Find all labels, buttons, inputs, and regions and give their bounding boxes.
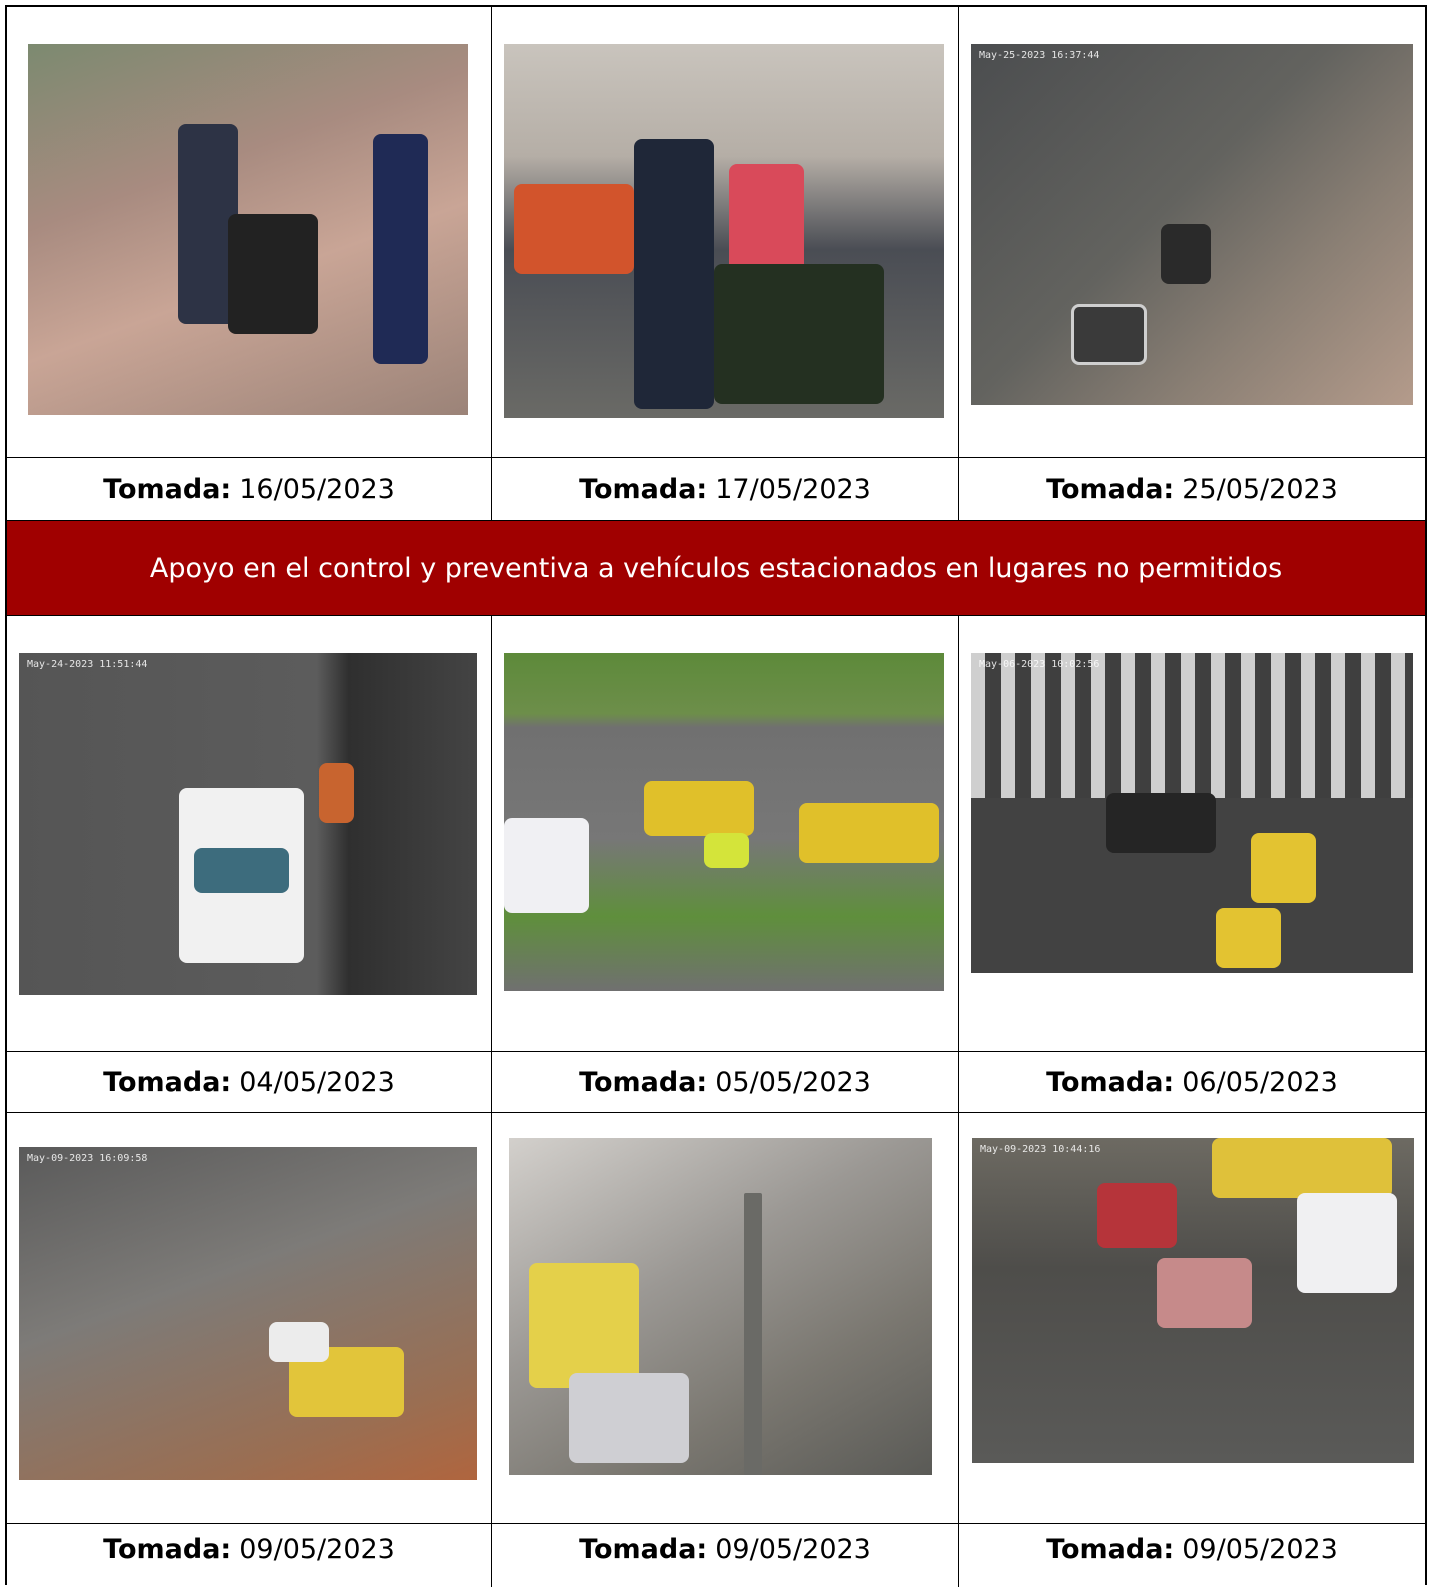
caption-photo-3: Tomada: 25/05/2023 [1046, 473, 1338, 505]
photo-report-table: May-25-2023 16:37:44 Tomada: 16/05/2023 T… [5, 5, 1427, 1587]
photo-row-2: May-24-2023 11:51:44 May-06-2023 10:02:5… [7, 616, 1425, 1051]
caption-photo-2: Tomada: 17/05/2023 [579, 473, 871, 505]
photo-taxi-stop-1 [504, 653, 944, 991]
photo-ambulance-1: May-24-2023 11:51:44 [19, 653, 477, 995]
photo-motorcycle-check-2 [504, 44, 944, 418]
caption-row-1: Tomada: 16/05/2023 Tomada: 17/05/2023 Toma… [7, 458, 1425, 520]
caption-photo-1: Tomada: 16/05/2023 [103, 473, 395, 505]
caption-row-3: Tomada: 09/05/2023 Tomada: 09/05/2023 Toma… [7, 1524, 1425, 1587]
caption-photo-8: Tomada: 09/05/2023 [579, 1534, 871, 1565]
section-banner: Apoyo en el control y preventiva a vehíc… [7, 521, 1425, 615]
caption-photo-6: Tomada: 06/05/2023 [1046, 1066, 1338, 1098]
photo-street-traffic-1: May-09-2023 10:44:16 [972, 1138, 1414, 1463]
photo-row-3: May-09-2023 16:09:58 May-09-2023 10:44:1… [7, 1113, 1425, 1523]
section-banner-text: Apoyo en el control y preventiva a vehíc… [149, 552, 1283, 584]
photo-motorcycle-check-1 [28, 44, 468, 415]
caption-photo-4: Tomada: 04/05/2023 [103, 1066, 395, 1098]
caption-photo-9: Tomada: 09/05/2023 [1046, 1534, 1338, 1565]
caption-photo-7: Tomada: 09/05/2023 [103, 1534, 395, 1565]
photo-aerial-street-2: May-09-2023 16:09:58 [19, 1147, 477, 1480]
caption-photo-5: Tomada: 05/05/2023 [579, 1066, 871, 1098]
photo-aerial-street-1: May-25-2023 16:37:44 [971, 44, 1413, 405]
caption-row-2: Tomada: 04/05/2023 Tomada: 05/05/2023 Toma… [7, 1052, 1425, 1112]
photo-crosswalk-1: May-06-2023 10:02:56 [971, 653, 1413, 973]
photo-row-1: May-25-2023 16:37:44 [7, 7, 1425, 458]
photo-taxi-stop-2 [509, 1138, 932, 1475]
